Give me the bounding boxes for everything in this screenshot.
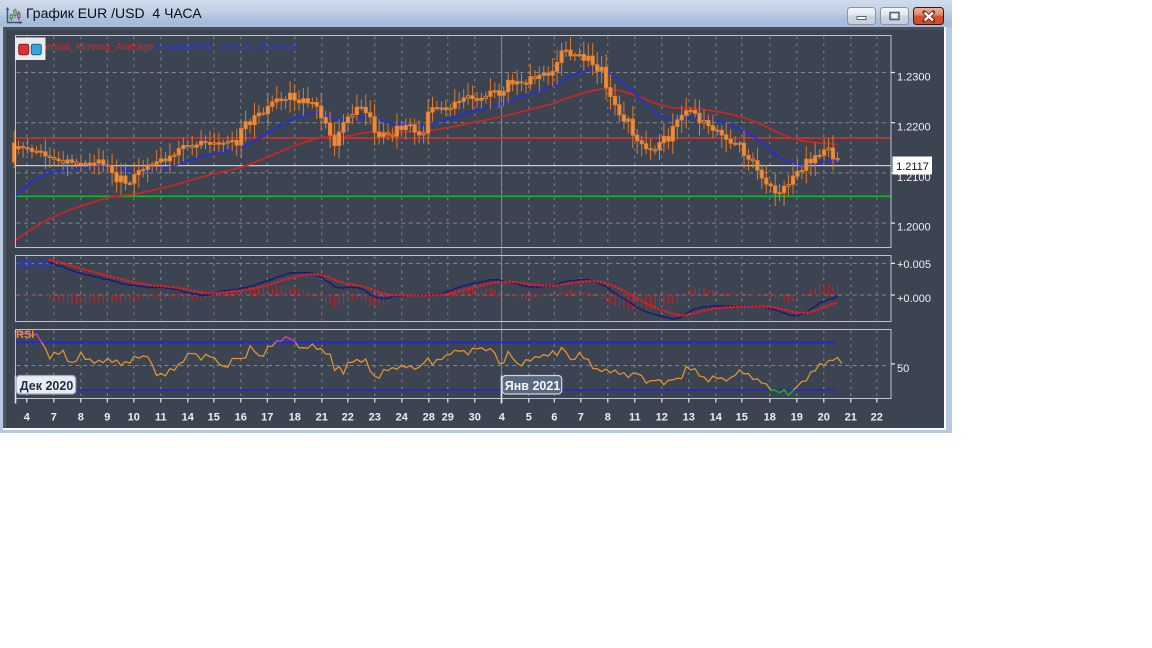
svg-text:15: 15 <box>208 412 220 424</box>
svg-text:11: 11 <box>155 412 167 424</box>
svg-text:6: 6 <box>551 412 557 424</box>
svg-text:14: 14 <box>182 412 195 424</box>
svg-text:16: 16 <box>235 412 247 424</box>
svg-text:29: 29 <box>442 412 454 424</box>
svg-text:30: 30 <box>469 412 481 424</box>
svg-text:14: 14 <box>710 412 723 424</box>
svg-text:Exponential_Moving_Average: Exponential_Moving_Average <box>158 41 297 53</box>
svg-text:10: 10 <box>128 412 140 424</box>
svg-text:5: 5 <box>526 412 532 424</box>
svg-text:24: 24 <box>396 412 409 424</box>
svg-text:1.2300: 1.2300 <box>897 72 931 84</box>
svg-text:22: 22 <box>871 412 883 424</box>
svg-text:21: 21 <box>316 412 328 424</box>
svg-text:17: 17 <box>261 412 273 424</box>
svg-text:50: 50 <box>897 363 909 375</box>
svg-text:20: 20 <box>818 412 830 424</box>
svg-text:7: 7 <box>51 412 57 424</box>
svg-text:4: 4 <box>499 412 506 424</box>
svg-text:RSI: RSI <box>16 329 34 341</box>
svg-text:23: 23 <box>369 412 381 424</box>
svg-text:7: 7 <box>578 412 584 424</box>
svg-text:+0.000: +0.000 <box>897 293 931 305</box>
svg-text:12: 12 <box>656 412 668 424</box>
svg-text:18: 18 <box>764 412 776 424</box>
svg-text:ential_Moving_Average: ential_Moving_Average <box>45 41 155 53</box>
svg-text:1.2200: 1.2200 <box>897 121 931 133</box>
svg-text:19: 19 <box>791 412 803 424</box>
svg-text:1.2000: 1.2000 <box>897 222 931 234</box>
svg-text:11: 11 <box>629 412 641 424</box>
svg-text:8: 8 <box>605 412 611 424</box>
svg-text:21: 21 <box>845 412 857 424</box>
svg-text:8: 8 <box>78 412 84 424</box>
svg-text:+0.005: +0.005 <box>897 259 931 271</box>
svg-text:4: 4 <box>24 412 31 424</box>
svg-text:18: 18 <box>289 412 301 424</box>
svg-text:22: 22 <box>342 412 354 424</box>
svg-text:15: 15 <box>736 412 748 424</box>
svg-text:9: 9 <box>104 412 110 424</box>
svg-text:13: 13 <box>683 412 695 424</box>
svg-text:Янв 2021: Янв 2021 <box>505 379 561 393</box>
svg-text:1.2117: 1.2117 <box>896 161 929 173</box>
svg-text:28: 28 <box>423 412 435 424</box>
svg-text:Дек 2020: Дек 2020 <box>20 379 74 393</box>
svg-text:MACD: MACD <box>17 259 50 271</box>
